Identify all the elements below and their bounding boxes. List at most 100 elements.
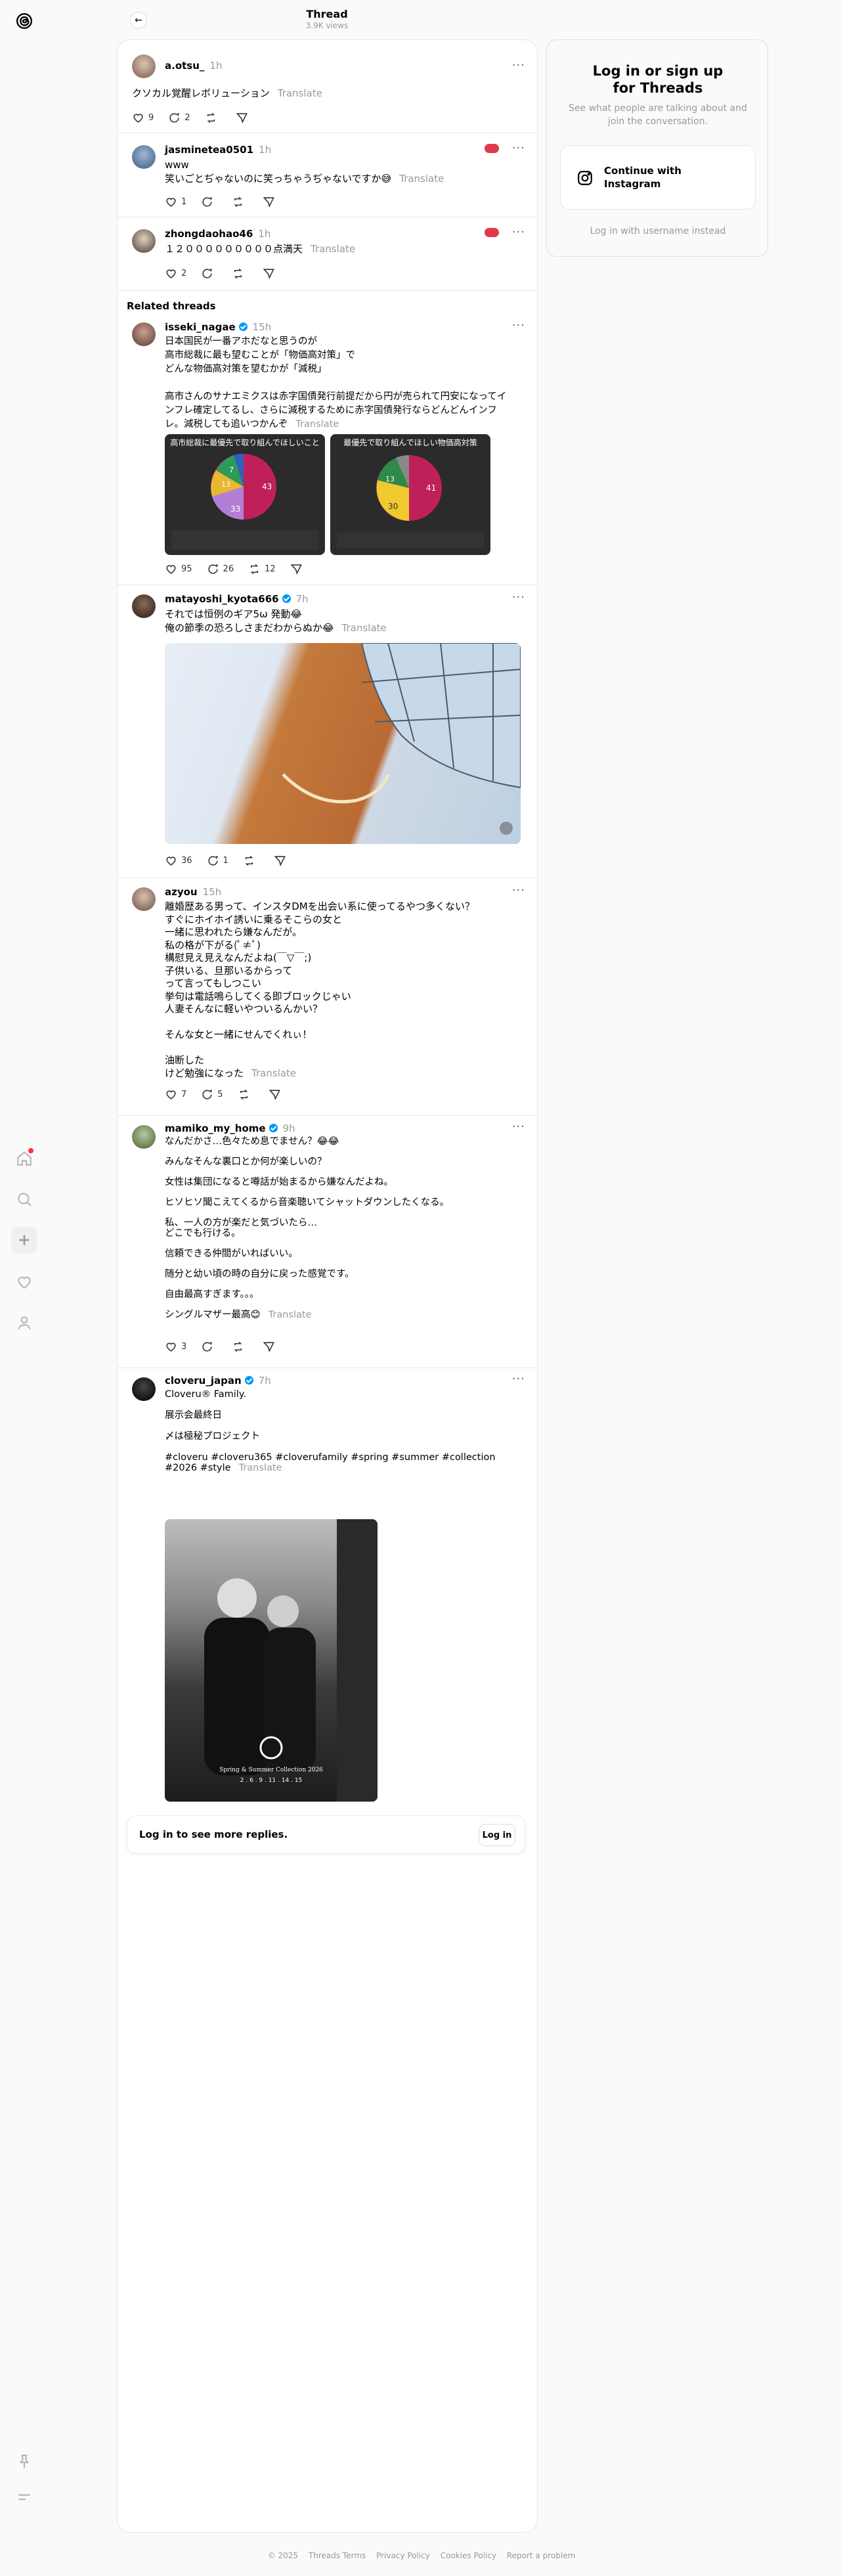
create-icon[interactable]: [11, 1227, 37, 1253]
repost-button[interactable]: [232, 1341, 248, 1353]
like-button[interactable]: 2: [165, 267, 186, 280]
threads-logo-icon[interactable]: [11, 8, 37, 34]
username[interactable]: jasminetea0501 1h: [165, 144, 271, 156]
reply-button[interactable]: 26: [207, 563, 234, 575]
translate-link[interactable]: Translate: [311, 243, 355, 255]
terms-link[interactable]: Threads Terms: [309, 2551, 366, 2560]
reply-button[interactable]: 5: [201, 1088, 223, 1101]
share-button[interactable]: [269, 1088, 285, 1101]
thread-feed: a.otsu_ 1h ··· クソカル覚醒レボリューション Translate 9 …: [117, 39, 538, 2533]
username-login-link[interactable]: Log in with username instead: [547, 226, 769, 236]
chart-data-label: 13: [221, 480, 230, 489]
verified-badge-icon: [244, 1376, 253, 1385]
username[interactable]: cloveru_japan 7h: [165, 1375, 271, 1387]
repost-button[interactable]: 12: [248, 563, 276, 575]
more-options-button[interactable]: ···: [512, 141, 525, 155]
share-button[interactable]: [263, 1341, 279, 1353]
post-actions: 9 2: [132, 110, 267, 125]
search-icon[interactable]: [11, 1186, 37, 1212]
avatar[interactable]: [132, 887, 156, 911]
translate-link[interactable]: Translate: [342, 622, 387, 634]
reply-button[interactable]: 1: [207, 855, 228, 867]
avatar[interactable]: [132, 1125, 156, 1149]
more-options-button[interactable]: ···: [512, 1120, 525, 1134]
reply-post: a.otsu_ 1h ··· クソカル覚醒レボリューション Translate 9 …: [118, 40, 537, 133]
reply-button[interactable]: [201, 1341, 217, 1353]
like-button[interactable]: 3: [165, 1341, 186, 1353]
more-options-button[interactable]: ···: [512, 590, 525, 604]
side-nav: [0, 0, 49, 2576]
translate-link[interactable]: Translate: [269, 1310, 312, 1320]
login-prompt-text: Log in to see more replies.: [139, 1829, 288, 1840]
more-options-button[interactable]: ···: [512, 319, 525, 332]
share-button[interactable]: [274, 855, 290, 867]
chart-image[interactable]: 高市総裁に最優先で取り組んでほしいこと 43 33 13 7: [165, 434, 325, 555]
like-button[interactable]: 36: [165, 855, 192, 867]
translate-link[interactable]: Translate: [251, 1067, 296, 1079]
page-title: Thread: [306, 8, 348, 20]
privacy-link[interactable]: Privacy Policy: [376, 2551, 430, 2560]
login-card-subtitle: See what people are talking about and jo…: [569, 103, 747, 127]
username[interactable]: azyou 15h: [165, 886, 221, 898]
avatar[interactable]: [132, 229, 156, 253]
post-text: なんだかさ…色々ため息でません？😂😂 みんなそんな裏口とか何が楽しいの？ 女性は…: [165, 1136, 450, 1320]
translate-link[interactable]: Translate: [399, 173, 444, 185]
username[interactable]: mamiko_my_home 9h: [165, 1122, 295, 1134]
copyright: © 2025: [267, 2551, 299, 2560]
login-button[interactable]: Log in: [479, 1824, 515, 1846]
menu-icon[interactable]: [11, 2484, 37, 2510]
like-button[interactable]: 95: [165, 563, 192, 575]
username[interactable]: zhongdaohao46 1h: [165, 228, 270, 240]
reply-button[interactable]: [201, 267, 217, 280]
repost-button[interactable]: [205, 112, 221, 124]
cookies-link[interactable]: Cookies Policy: [441, 2551, 496, 2560]
avatar[interactable]: [132, 145, 156, 169]
more-options-button[interactable]: ···: [512, 1372, 525, 1386]
like-button[interactable]: 1: [165, 196, 186, 208]
continue-with-instagram-button[interactable]: Continue with Instagram: [560, 145, 756, 210]
share-button[interactable]: [290, 563, 307, 575]
report-problem-link[interactable]: Report a problem: [507, 2551, 575, 2560]
reply-button[interactable]: 2: [168, 112, 190, 124]
avatar[interactable]: [132, 322, 156, 346]
more-options-button[interactable]: ···: [512, 883, 525, 897]
translate-link[interactable]: Translate: [278, 87, 322, 99]
avatar[interactable]: [132, 55, 156, 78]
avatar[interactable]: [132, 594, 156, 618]
more-options-button[interactable]: ···: [512, 225, 525, 239]
translate-link[interactable]: Translate: [295, 419, 339, 430]
photo-dates: 2 . 6 . 9 . 11 . 14 . 15: [240, 1777, 302, 1784]
share-button[interactable]: [263, 267, 279, 280]
chart-data-label: 7: [229, 466, 234, 474]
username[interactable]: a.otsu_ 1h: [165, 60, 222, 72]
reply-button[interactable]: [201, 196, 217, 208]
post-image[interactable]: [165, 643, 521, 844]
verified-badge-icon: [282, 594, 291, 603]
related-thread: mamiko_my_home 9h ··· なんだかさ…色々ため息でません？😂😂 …: [118, 1116, 537, 1368]
verified-badge-icon: [269, 1124, 278, 1132]
share-button[interactable]: [263, 196, 279, 208]
heart-icon[interactable]: [11, 1269, 37, 1295]
share-button[interactable]: [236, 112, 252, 124]
home-icon[interactable]: [11, 1145, 37, 1172]
translate-link[interactable]: Translate: [239, 1463, 282, 1473]
avatar[interactable]: [132, 1377, 156, 1401]
repost-button[interactable]: [232, 196, 248, 208]
post-image[interactable]: Spring & Summer Collection 2026 2 . 6 . …: [165, 1519, 378, 1802]
repost-button[interactable]: [243, 855, 259, 867]
chart-image[interactable]: 最優先で取り組んでほしい物価高対策 41 30 13: [330, 434, 490, 555]
login-card: Log in or sign up for Threads See what p…: [546, 39, 768, 257]
repost-button[interactable]: [232, 267, 248, 280]
repost-button[interactable]: [238, 1088, 254, 1101]
username[interactable]: isseki_nagae 15h: [165, 321, 271, 333]
more-options-button[interactable]: ···: [512, 58, 525, 72]
like-button[interactable]: 7: [165, 1088, 186, 1101]
chart-data-label: 30: [388, 502, 398, 511]
post-text: １２０００００００００点満天 Translate: [165, 243, 356, 255]
username[interactable]: matayoshi_kyota666 7h: [165, 593, 309, 605]
profile-icon[interactable]: [11, 1310, 37, 1336]
post-text: それでは恒例のギア5ω 発動😂 俺の節季の恐ろしさまだわからぬか😂 Transla…: [165, 608, 387, 634]
pin-icon[interactable]: [11, 2449, 37, 2475]
reaction-icon: [485, 144, 499, 153]
like-button[interactable]: 9: [132, 112, 154, 124]
